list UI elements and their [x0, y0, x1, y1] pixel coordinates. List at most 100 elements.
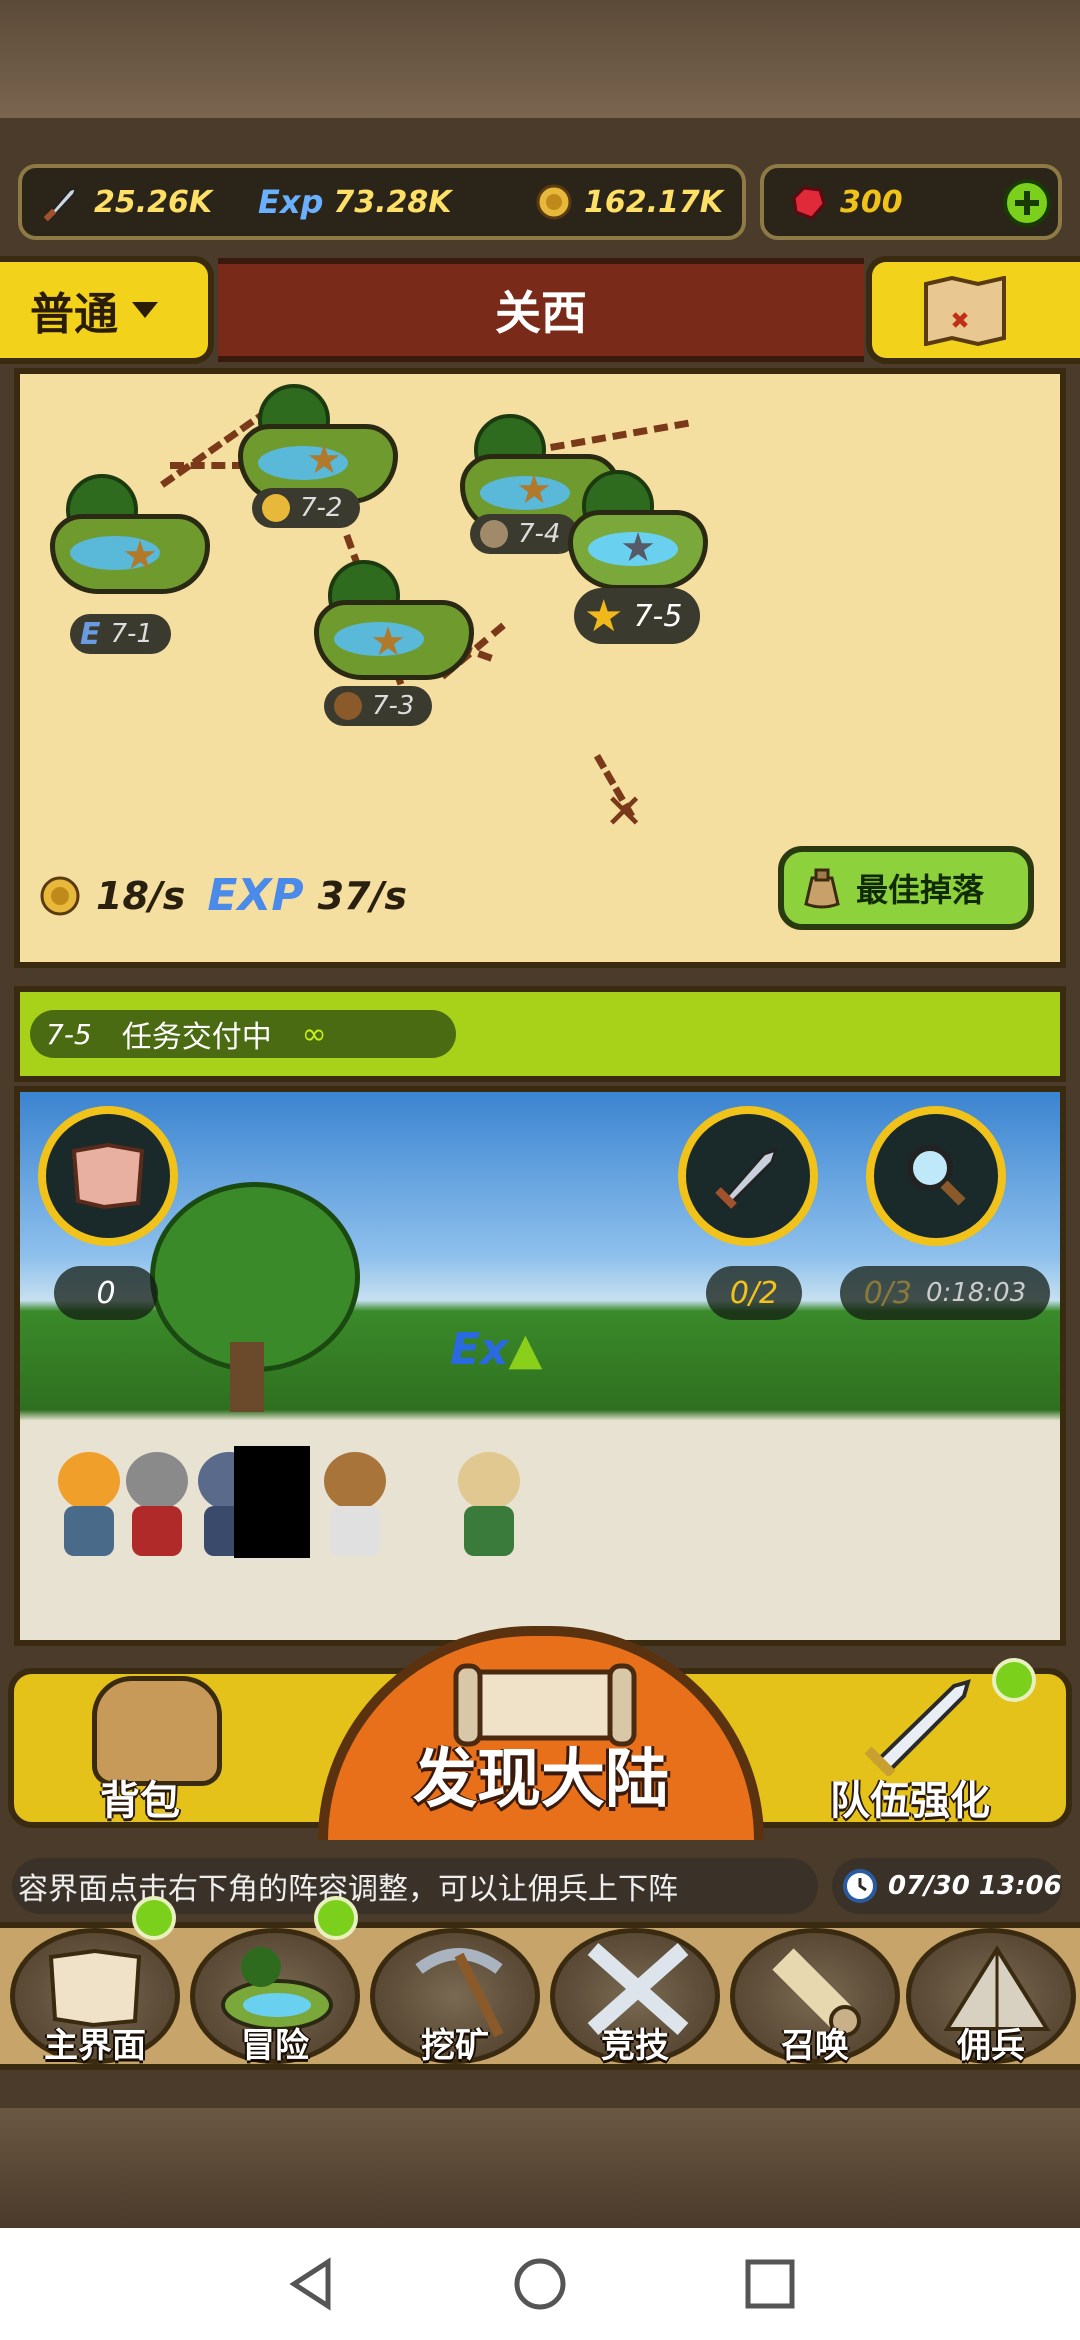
x-mark-icon: ✕: [604, 784, 645, 840]
quest-status: 任务交付中: [121, 1020, 272, 1055]
hero-head: [58, 1452, 120, 1510]
exp-popup-label: Ex: [450, 1324, 509, 1375]
sword-icon: [43, 186, 78, 222]
hero-head: [324, 1452, 386, 1510]
exp-popup: Ex▲: [450, 1324, 542, 1375]
attack-value: 25.26K: [94, 184, 213, 220]
gem-bar: 300: [760, 164, 1062, 240]
gem-resource: 300: [786, 168, 903, 236]
stage-label: 7-3: [324, 686, 433, 726]
difficulty-label: 普通: [30, 289, 118, 340]
notification-dot: [314, 1896, 358, 1940]
news-ticker: 容界面点击右下角的阵容调整，可以让佣兵上下阵: [12, 1858, 818, 1914]
quest-stage: 7-5: [46, 1017, 92, 1051]
gem-value: 300: [840, 184, 903, 220]
gold-rate: 18/s: [96, 873, 186, 918]
attack-resource: 25.26K: [40, 168, 212, 236]
nav-mining-label: 挖矿: [421, 2026, 489, 2066]
stage-id: 7-2: [300, 493, 343, 523]
stage-id: 7-4: [518, 519, 561, 549]
top-background: [0, 0, 1080, 118]
sword-count: 0/2: [706, 1266, 802, 1320]
magnifier-icon: [907, 1145, 966, 1206]
scroll-icon: [453, 1663, 637, 1747]
stage-node-7-3[interactable]: ★ 7-3: [314, 560, 474, 726]
stage-label-current: ★ 7-5: [574, 588, 701, 644]
stage-id: 7-3: [372, 691, 415, 721]
quest-progress[interactable]: 7-5 任务交付中 ∞: [30, 1010, 456, 1058]
recents-icon[interactable]: [742, 2256, 798, 2312]
notification-dot: [992, 1658, 1036, 1702]
clock-icon: [843, 1869, 877, 1903]
stage-node-7-1[interactable]: ★ E 7-1: [50, 474, 210, 654]
scroll-count: 0: [54, 1266, 158, 1320]
scroll-count-value: 0: [96, 1275, 116, 1311]
exp-value: 73.28K: [333, 184, 452, 220]
back-icon[interactable]: [284, 2256, 340, 2312]
best-drop-button[interactable]: 最佳掉落: [778, 846, 1034, 930]
nav-mercenary-label: 佣兵: [957, 2026, 1025, 2066]
current-star-icon: ★: [584, 590, 624, 642]
enemy-1[interactable]: [448, 1452, 528, 1562]
hero-head: [126, 1452, 188, 1510]
wood-icon: [334, 692, 362, 720]
loot-bag-icon: [480, 520, 508, 548]
home-icon[interactable]: [512, 2256, 568, 2312]
difficulty-dropdown[interactable]: 普通: [0, 256, 214, 364]
loot-bag-icon: [804, 868, 840, 909]
hero-body: [132, 1506, 182, 1556]
scroll-button[interactable]: [38, 1106, 178, 1246]
nav-summon-label: 召唤: [781, 2026, 849, 2066]
notification-dot: [132, 1896, 176, 1940]
infinity-symbol: ∞: [301, 1016, 327, 1052]
search-timer: 0:18:03: [926, 1278, 1027, 1308]
team-upgrade-button[interactable]: 队伍强化: [830, 1768, 990, 1826]
enemy-head: [458, 1452, 520, 1510]
arrow-up-icon: ▲: [508, 1324, 543, 1375]
income-rates: 18/s EXP 37/s: [38, 870, 407, 921]
nav-arena-label: 竞技: [601, 2026, 669, 2066]
gold-value: 162.17K: [584, 184, 724, 220]
region-title: 关西: [495, 286, 587, 340]
hidden-hero: [234, 1446, 310, 1558]
hero-5[interactable]: [314, 1452, 394, 1562]
exp-icon: EXP: [207, 870, 304, 921]
tree-trunk: [230, 1342, 264, 1412]
star-icon: ★: [122, 533, 158, 579]
bag-button[interactable]: 背包: [100, 1768, 180, 1826]
gold-coin-icon: [40, 876, 80, 915]
scroll-map-icon: [71, 1142, 145, 1210]
star-icon: ★: [306, 437, 342, 483]
nav-main-label: 主界面: [44, 2026, 146, 2066]
region-title-bar: 关西: [218, 258, 864, 362]
battle-scene: 0 0/2 0/3 0:18:03 Ex▲: [14, 1086, 1066, 1646]
stage-label: E 7-1: [70, 614, 171, 654]
stage-node-7-2[interactable]: ★ 7-2: [238, 384, 398, 528]
search-count-value: 0/3: [863, 1275, 913, 1311]
treasure-map-icon: [924, 276, 1006, 346]
gold-resource: 162.17K: [530, 168, 723, 236]
hero-2[interactable]: [116, 1452, 196, 1562]
search-button[interactable]: [866, 1106, 1006, 1246]
resource-bar: 25.26K Exp 73.28K 162.17K: [18, 164, 746, 240]
star-icon: ★: [516, 467, 552, 513]
add-gems-icon[interactable]: [1002, 178, 1052, 228]
stage-id: 7-1: [110, 619, 153, 649]
hero-body: [64, 1506, 114, 1556]
search-count: 0/3 0:18:03: [840, 1266, 1050, 1320]
map-scroll-icon: [48, 1948, 142, 2027]
exp-icon: Exp: [258, 183, 324, 221]
stage-label: 7-2: [252, 488, 361, 528]
clock-time: 07/30 13:06: [888, 1871, 1062, 1901]
enemy-body: [464, 1506, 514, 1556]
sword-button[interactable]: [678, 1106, 818, 1246]
clock: 07/30 13:06: [832, 1858, 1062, 1914]
stage-badge: E: [80, 616, 101, 652]
world-map-button[interactable]: [866, 256, 1080, 364]
hero-body: [330, 1506, 380, 1556]
stage-node-7-5[interactable]: ★ ★ 7-5: [568, 470, 708, 644]
sword-count-value: 0/2: [729, 1275, 779, 1311]
exp-resource: Exp 73.28K: [258, 168, 452, 236]
best-drop-label: 最佳掉落: [856, 871, 985, 909]
sword-icon: [715, 1147, 779, 1209]
